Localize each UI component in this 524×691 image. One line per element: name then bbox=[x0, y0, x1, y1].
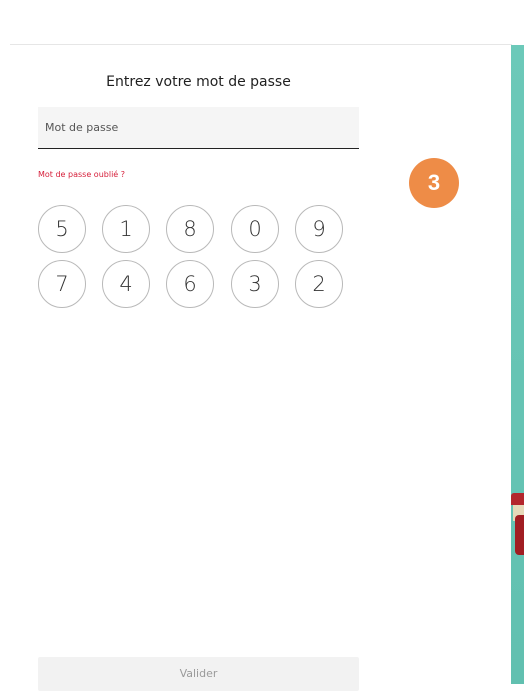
page-title: Entrez votre mot de passe bbox=[106, 74, 291, 90]
keypad-key[interactable]: 3 bbox=[231, 260, 279, 308]
password-field[interactable] bbox=[38, 107, 359, 149]
side-illustration bbox=[511, 45, 524, 684]
keypad-key[interactable]: 7 bbox=[38, 260, 86, 308]
forgot-password-link[interactable]: Mot de passe oublié ? bbox=[38, 170, 125, 179]
house-roof-graphic bbox=[511, 493, 524, 505]
keypad-key[interactable]: 6 bbox=[166, 260, 214, 308]
house-door-graphic bbox=[515, 515, 524, 555]
keypad-key[interactable]: 1 bbox=[102, 205, 150, 253]
keypad-key[interactable]: 4 bbox=[102, 260, 150, 308]
keypad-key[interactable]: 5 bbox=[38, 205, 86, 253]
keypad-key[interactable]: 9 bbox=[295, 205, 343, 253]
submit-button[interactable]: Valider bbox=[38, 657, 359, 691]
keypad-key[interactable]: 0 bbox=[231, 205, 279, 253]
step-badge: 3 bbox=[409, 158, 459, 208]
keypad-key[interactable]: 2 bbox=[295, 260, 343, 308]
keypad-key[interactable]: 8 bbox=[166, 205, 214, 253]
header-divider bbox=[10, 44, 512, 45]
